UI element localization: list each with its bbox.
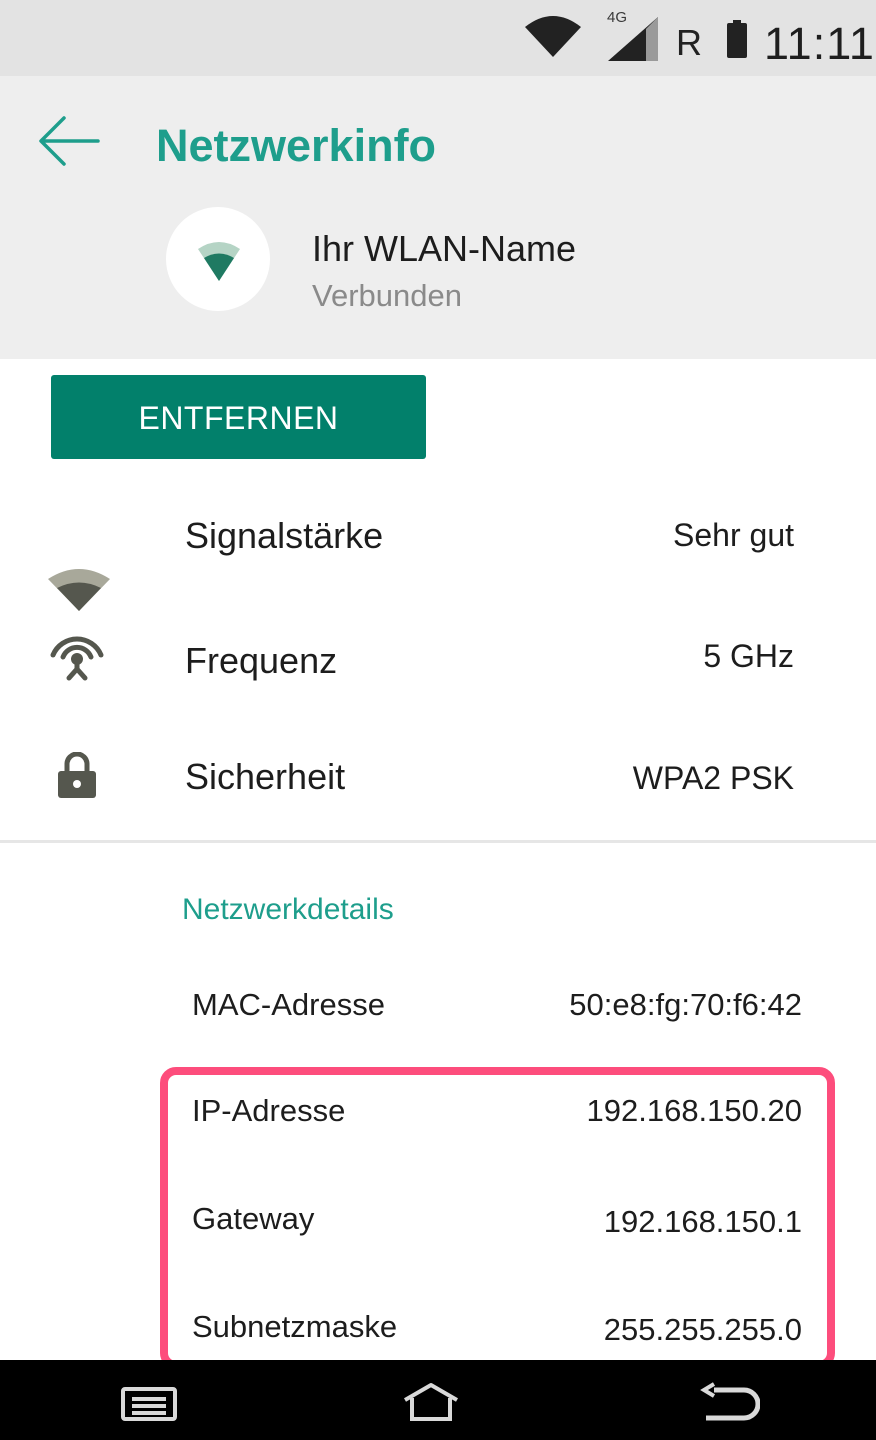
recent-apps-icon[interactable] xyxy=(120,1386,178,1422)
page-title: Netzwerkinfo xyxy=(156,120,437,171)
lock-icon xyxy=(58,752,96,798)
row-value: WPA2 PSK xyxy=(632,760,794,796)
home-icon[interactable] xyxy=(402,1382,460,1422)
network-name: Ihr WLAN-Name xyxy=(312,228,577,269)
wifi-icon xyxy=(525,16,581,57)
battery-icon xyxy=(727,20,747,58)
header: Netzwerkinfo Ihr WLAN-Name Verbunden xyxy=(0,76,876,359)
row-label: Sicherheit xyxy=(185,756,346,797)
status-clock: 11:11 xyxy=(764,18,875,69)
network-type-label: 4G xyxy=(607,9,628,26)
back-icon[interactable] xyxy=(700,1382,760,1422)
connection-state: Verbunden xyxy=(312,278,462,313)
detail-label: Gateway xyxy=(192,1201,315,1236)
detail-value: 192.168.150.1 xyxy=(603,1204,802,1239)
row-label: Signalstärke xyxy=(185,515,384,556)
detail-value: 192.168.150.20 xyxy=(586,1093,803,1128)
status-bar: 4G R 11:11 xyxy=(0,0,876,76)
section-title-network-details: Netzwerkdetails xyxy=(182,893,394,926)
detail-label: MAC-Adresse xyxy=(192,987,385,1022)
detail-label: Subnetzmaske xyxy=(192,1309,398,1344)
detail-value: 50:e8:fg:70:f6:42 xyxy=(569,987,802,1022)
network-avatar xyxy=(166,207,270,311)
detail-value: 255.255.255.0 xyxy=(603,1312,802,1347)
divider xyxy=(0,840,876,843)
wifi-signal-icon xyxy=(198,242,240,281)
navigation-bar xyxy=(0,1360,876,1440)
remove-button[interactable]: ENTFERNEN xyxy=(51,375,426,459)
wifi-signal-icon xyxy=(48,569,110,611)
row-label: Frequenz xyxy=(185,640,338,681)
row-value: Sehr gut xyxy=(673,517,794,553)
back-arrow-icon[interactable] xyxy=(38,115,100,167)
roaming-indicator: R xyxy=(676,22,702,63)
detail-label: IP-Adresse xyxy=(192,1093,346,1128)
antenna-icon xyxy=(50,636,104,681)
row-value: 5 GHz xyxy=(703,638,794,674)
